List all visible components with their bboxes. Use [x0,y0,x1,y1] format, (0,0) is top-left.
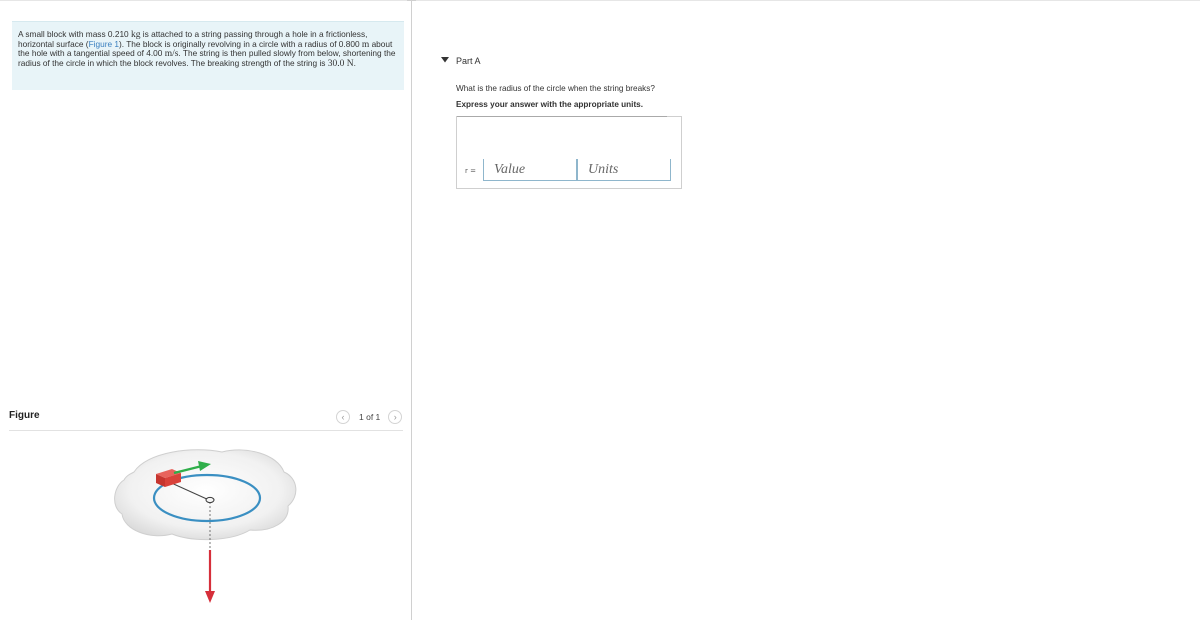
problem-text: . [353,58,356,69]
figure-illustration [114,449,297,603]
hole-icon [205,496,215,504]
instruction-text: Express your answer with the appropriate… [456,100,643,109]
units-input[interactable] [576,159,671,181]
panel-divider [411,0,412,620]
problem-statement: A small block with mass 0.210 kg is atta… [12,21,404,90]
chevron-left-icon[interactable]: ‹ [336,410,350,424]
pull-arrow-head [205,591,215,603]
caret-down-icon[interactable] [441,57,449,63]
value-input[interactable] [483,159,576,181]
problem-text: ). The block is originally revolving in … [119,38,362,49]
part-a-title[interactable]: Part A [456,56,481,66]
figure-heading: Figure [9,410,40,421]
answer-variable-label: r = [465,167,476,175]
answer-toolbar-rule [457,116,667,117]
chevron-right-icon[interactable]: › [388,410,403,424]
figure-count: 1 of 1 [359,412,381,422]
answer-panel: r = [456,116,682,189]
figure-link[interactable]: Figure 1 [89,39,119,49]
figure-pager: ‹ 1 of 1 › [336,409,403,425]
top-rule [0,0,1200,1]
figure-divider [9,430,403,431]
question-text: What is the radius of the circle when th… [456,84,655,93]
problem-text: A small block with mass 0.210 [18,29,131,39]
value-newtons: 30.0 N [327,59,354,70]
